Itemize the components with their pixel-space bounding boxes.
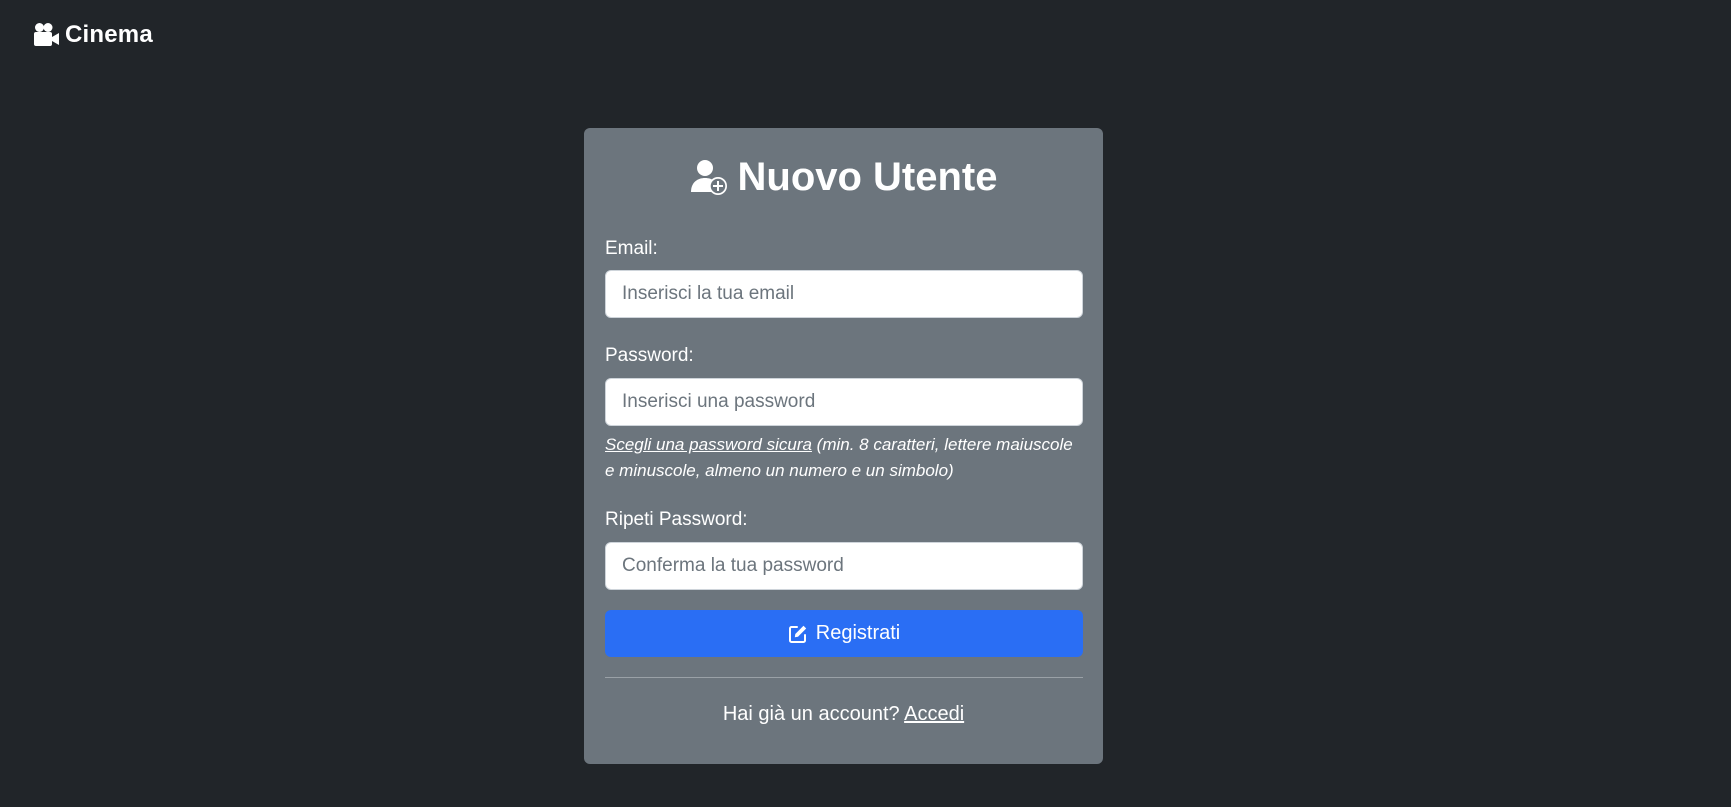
email-field[interactable] [605,270,1083,318]
registration-card: Nuovo Utente Email: Password: Scegli una… [584,128,1103,764]
user-plus-icon [690,158,728,196]
email-label: Email: [605,238,658,259]
register-button-label: Registrati [815,622,901,644]
email-group: Email: [605,236,1083,318]
register-button[interactable]: Registrati [605,610,1083,657]
divider [605,677,1083,678]
brand-label: Cinema [65,21,153,48]
password-help-link[interactable]: Scegli una password sicura [605,435,812,454]
card-title: Nuovo Utente [605,154,1082,200]
password-field[interactable] [605,378,1083,426]
confirm-password-group: Ripeti Password: [605,507,1083,590]
navbar-brand[interactable]: Cinema [33,18,153,52]
login-prompt-text: Hai già un account? [722,703,905,725]
password-help: Scegli una password sicura (min. 8 carat… [605,432,1082,484]
card-title-text: Nuovo Utente [737,154,998,199]
password-group: Password: Scegli una password sicura (mi… [605,343,1083,484]
password-label: Password: [605,345,694,366]
confirm-password-field[interactable] [605,542,1083,590]
video-camera-icon [33,22,59,48]
login-link[interactable]: Accedi [904,703,964,725]
confirm-password-label: Ripeti Password: [605,509,748,530]
login-prompt: Hai già un account? Accedi [605,700,1082,728]
edit-icon [788,624,808,644]
